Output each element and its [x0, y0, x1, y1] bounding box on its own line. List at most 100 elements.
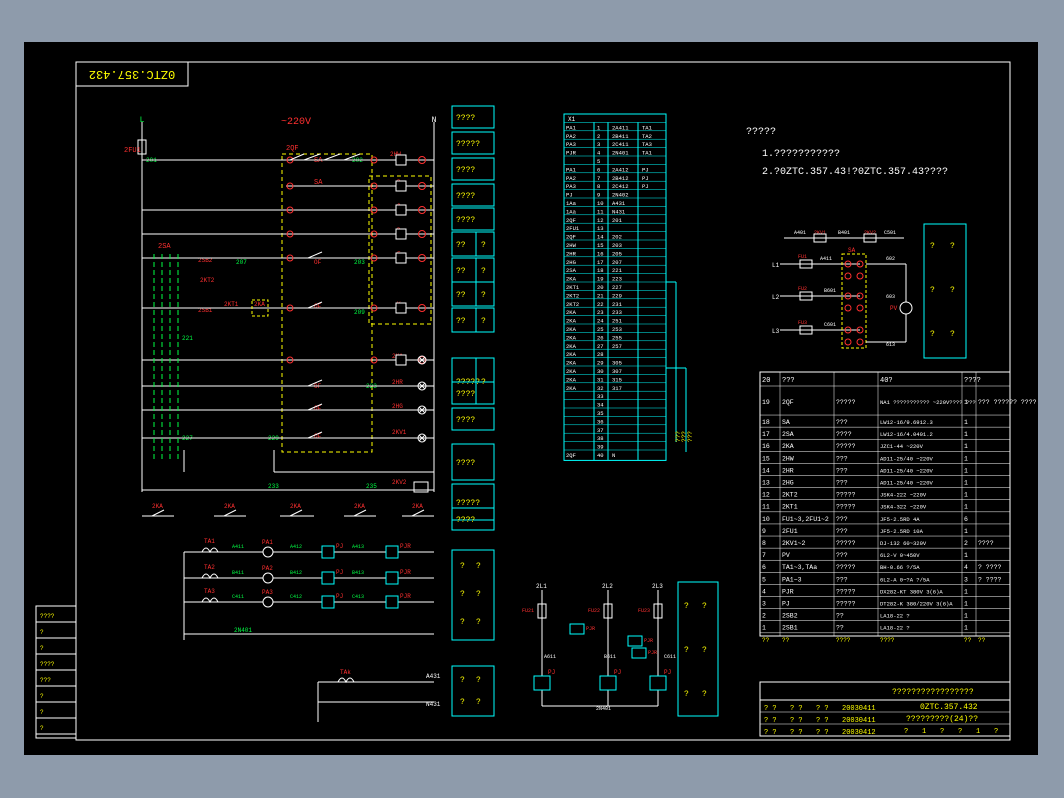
- bom-cell: ???: [836, 528, 848, 535]
- phase-label: L1: [772, 262, 780, 269]
- bom-cell: 1: [964, 455, 968, 462]
- terminal-cell: 17: [597, 259, 604, 266]
- vt-node-label: 613: [886, 342, 895, 348]
- desc-aux-text: ?: [481, 291, 486, 300]
- desc-aux-text: ?: [481, 317, 486, 326]
- bom-cell: BH-0.66 ?/5A: [880, 564, 920, 571]
- bom-cell: 3: [762, 601, 766, 608]
- terminal-cell: PA3: [566, 183, 576, 190]
- pjr-meter-box: [627, 635, 643, 647]
- pjr-meter-box: [569, 623, 585, 635]
- contact-blade: [411, 509, 425, 517]
- node-label: C412: [290, 594, 302, 600]
- ct-coil: [201, 573, 219, 580]
- bom-cell: AD11-25/40 ~220V: [880, 480, 934, 487]
- terminal-cell: 251: [612, 318, 623, 325]
- terminal-cell: 2HW: [566, 242, 577, 249]
- terminal-cell: TA1: [642, 150, 653, 157]
- terminal-cell: PJ: [642, 166, 649, 173]
- title-big: ?????????????????: [892, 688, 974, 697]
- terminal-cell: 221: [612, 267, 623, 274]
- terminal-header: X1: [568, 116, 576, 123]
- terminal-cell: 27: [597, 343, 604, 350]
- terminal-cell: 229: [612, 292, 622, 299]
- terminal-cell: 2KT2: [566, 292, 579, 299]
- bom-footer: ????: [880, 637, 895, 644]
- terminal-cell: 2N401: [612, 150, 629, 157]
- title-cell: ? ?: [790, 729, 803, 737]
- desc-text: ??: [456, 241, 466, 250]
- bom-cell: 1: [964, 467, 968, 474]
- meter-desc-text: ?: [460, 562, 465, 571]
- terminal-cell: 2KA: [566, 334, 577, 341]
- pa-label: PA2: [262, 565, 273, 572]
- terminal-cell: 2KA: [566, 343, 577, 350]
- left-strip-text: ????: [40, 613, 55, 620]
- terminal-cell: 2KA: [566, 385, 577, 392]
- terminal-cell: PJ: [642, 183, 649, 190]
- title-sheet-info: 1: [922, 728, 926, 736]
- hr-label: 2HR: [392, 379, 403, 386]
- terminal-cell: 227: [612, 284, 622, 291]
- pjr-box: [385, 595, 399, 609]
- bom-cell: 2SB1: [782, 625, 798, 632]
- terminal-cell: 2FU1: [566, 225, 580, 232]
- terminal-cell: 32: [597, 385, 604, 392]
- bom-cell: 16: [762, 443, 770, 450]
- terminal-cell: 16: [597, 250, 604, 257]
- lamp-box: [395, 180, 407, 192]
- pjr-meter-label: PJR: [586, 626, 595, 632]
- bom-header: 40?: [880, 377, 893, 385]
- meter-circuit: TA1 PA1 PJ PJR A411 A412 A413 TA2 PA2 PJ PJR B411 B4…: [183, 538, 434, 640]
- bom-table: 20??? 40? ????19 2QF????? NA1 ??????????? ~2…: [759, 371, 1037, 644]
- terminal-cell: 233: [612, 309, 622, 316]
- bom-cell: ?????: [836, 564, 856, 571]
- pj-desc-text: ?: [684, 602, 689, 611]
- desc-text: ????: [456, 390, 475, 399]
- bom-cell: ??: [836, 613, 844, 620]
- ta-desc-text: ?: [476, 698, 481, 707]
- pa-label: PA3: [262, 589, 273, 596]
- bom-cell: 4: [762, 588, 766, 595]
- pj-node-label: A611: [544, 654, 556, 660]
- left-strip-text: ?: [40, 629, 44, 636]
- pj-box: [321, 545, 335, 559]
- bom-cell: 2HW: [782, 455, 794, 462]
- terminal-cell: 7: [597, 175, 600, 182]
- bom-cell: ???: [836, 516, 848, 523]
- vt-node-label: 603: [886, 294, 895, 300]
- bom-cell: 6: [762, 564, 766, 571]
- node-235: 235: [366, 483, 377, 490]
- bom-cell: 1: [964, 443, 968, 450]
- bom-cell: 1: [964, 399, 968, 406]
- bottom-contacts: 2KA 2KA 2KA 2KA 2KA: [142, 503, 434, 517]
- bom-cell: 2: [762, 613, 766, 620]
- contact-blade: [151, 509, 165, 517]
- bom-cell: 10: [762, 516, 770, 523]
- ct-coil: [201, 597, 219, 604]
- terminal-cell: 202: [612, 234, 622, 241]
- terminal-cell: 253: [612, 326, 622, 333]
- bom-cell: 1: [964, 601, 968, 608]
- bom-cell: DX282-KT 380V 3(6)A: [880, 588, 943, 595]
- node-label: C413: [352, 594, 364, 600]
- ta-small-circuit: TAk A431 N431: [317, 669, 441, 722]
- ka-label: 2KA: [254, 301, 265, 308]
- bom-cell: 2HG: [782, 480, 794, 487]
- terminal-cell: 315: [612, 376, 622, 383]
- bom-cell: ?????: [836, 588, 856, 595]
- lamp-box: [395, 204, 407, 216]
- node-label: B413: [352, 570, 364, 576]
- bom-header: 20: [762, 377, 770, 385]
- bom-cell: TA1~3,TAa: [782, 564, 817, 571]
- sa-terminal: [844, 304, 852, 312]
- meter-desc-text: ?: [476, 590, 481, 599]
- bom-cell: PA1~3: [782, 576, 802, 583]
- ammeter-icon: [262, 572, 274, 584]
- bom-footer: ??: [964, 637, 972, 644]
- terminal-cell: PJ: [642, 175, 649, 182]
- desc-text: ????: [456, 459, 475, 468]
- terminal-cell: PA1: [566, 166, 577, 173]
- vt-desc-text: ?: [930, 242, 935, 251]
- pj-meter-label: PJ: [548, 669, 555, 676]
